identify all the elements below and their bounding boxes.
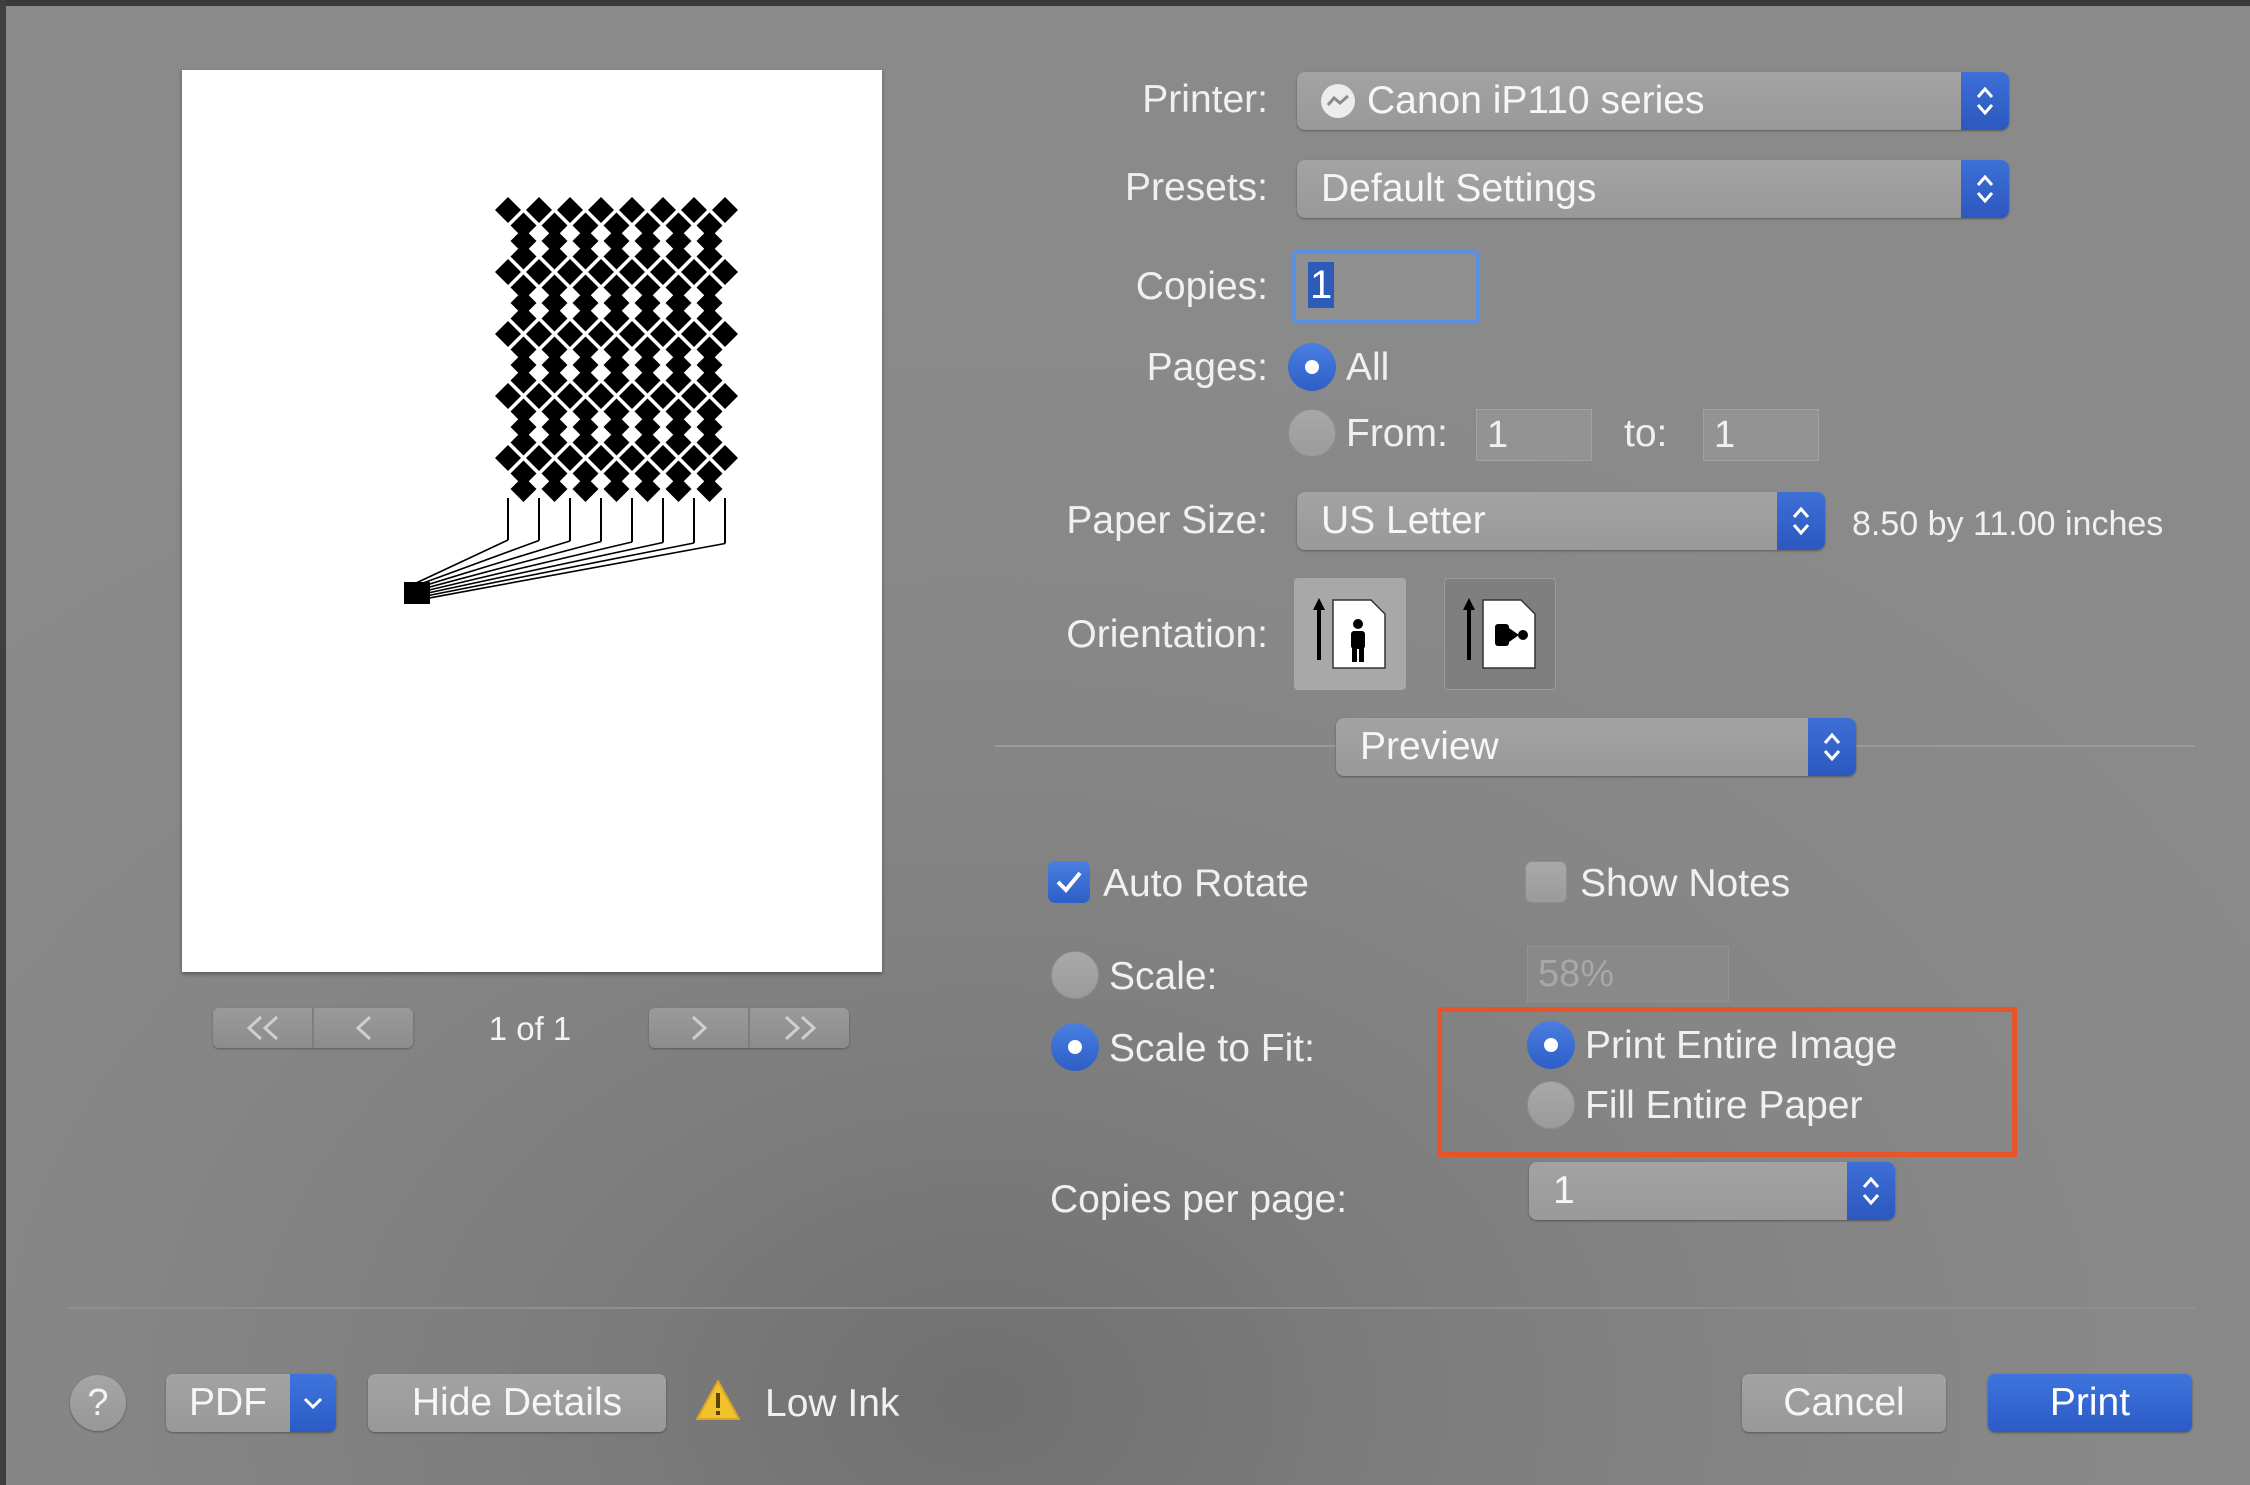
orientation-portrait-button[interactable] [1294,578,1406,690]
copies-label: Copies: [1135,265,1268,308]
preview-diagram [404,197,738,604]
up-down-chevron-icon [1847,1162,1895,1220]
up-down-chevron-icon [1961,160,2009,218]
presets-label: Presets: [1124,166,1268,209]
scale-label: Scale: [1109,955,1218,998]
first-page-button[interactable] [213,1008,312,1048]
printer-popup[interactable]: Canon iP110 series [1297,72,2009,130]
preview-fan-line [413,542,726,602]
auto-rotate-checkbox[interactable] [1048,861,1090,903]
scale-input[interactable]: 58% [1527,946,1729,1002]
window-left-edge [0,0,6,1485]
preview-fan-line [413,539,509,585]
copies-per-page-popup[interactable]: 1 [1529,1162,1895,1220]
pages-from-input[interactable]: 1 [1476,409,1592,461]
copies-per-page-value: 1 [1553,1169,1575,1212]
last-page-button[interactable] [748,1008,849,1048]
presets-popup[interactable]: Default Settings [1297,160,2009,218]
cancel-button[interactable]: Cancel [1742,1374,1946,1432]
double-chevron-left-icon [246,1015,278,1041]
page-indicator: 1 of 1 [488,1010,572,1047]
print-entire-image-radio[interactable] [1527,1021,1575,1069]
auto-rotate-label: Auto Rotate [1103,862,1309,905]
copies-value: 1 [1308,262,1335,308]
chevron-right-icon [691,1015,707,1041]
next-page-button[interactable] [649,1008,748,1048]
section-popup-value: Preview [1360,725,1499,768]
pages-from-label: From: [1346,412,1448,455]
up-down-chevron-icon [1777,492,1825,550]
pages-all-label: All [1346,346,1390,389]
fill-entire-paper-label: Fill Entire Paper [1585,1084,1863,1127]
low-ink-status: Low Ink [765,1382,900,1425]
orientation-landscape-button[interactable] [1444,578,1556,690]
pdf-label: PDF [189,1381,267,1424]
checkmark-icon [1056,871,1082,893]
paper-size-value: US Letter [1321,499,1486,542]
footer-separator [66,1307,2196,1309]
printer-label: Printer: [1142,78,1268,121]
pages-all-radio[interactable] [1288,343,1336,391]
pages-from-radio[interactable] [1288,409,1336,457]
orientation-label: Orientation: [1066,613,1268,656]
pdf-menu-button[interactable]: PDF [166,1374,336,1432]
pages-to-input[interactable]: 1 [1703,409,1819,461]
scale-to-fit-label: Scale to Fit: [1109,1027,1315,1070]
preview-bundle [404,582,430,604]
paper-dimensions: 8.50 by 11.00 inches [1852,505,2164,543]
print-entire-image-label: Print Entire Image [1585,1024,1898,1067]
show-notes-label: Show Notes [1580,862,1791,905]
printer-value: Canon iP110 series [1367,79,1705,122]
double-chevron-right-icon [784,1015,816,1041]
preview-fan-line [413,541,633,595]
scale-radio[interactable] [1051,951,1099,999]
help-button[interactable]: ? [70,1375,126,1431]
portrait-orientation-icon [1313,598,1386,669]
section-popup[interactable]: Preview [1336,718,1856,776]
landscape-orientation-icon [1463,598,1536,669]
show-notes-checkbox[interactable] [1525,861,1567,903]
hide-details-button[interactable]: Hide Details [368,1374,666,1432]
fill-entire-paper-radio[interactable] [1527,1081,1575,1129]
preview-nav-forward-group [649,1008,849,1048]
pages-label: Pages: [1146,346,1268,389]
copies-per-page-label: Copies per page: [1050,1178,1348,1221]
window-top-edge [0,0,2250,6]
warning-icon [696,1380,740,1420]
copies-input[interactable]: 1 [1292,250,1480,324]
scale-to-fit-radio[interactable] [1051,1023,1099,1071]
previous-page-button[interactable] [312,1008,413,1048]
chevron-down-icon [290,1374,336,1432]
up-down-chevron-icon [1961,72,2009,130]
up-down-chevron-icon [1808,718,1856,776]
page-preview [182,70,882,972]
pages-to-label: to: [1624,412,1668,455]
print-button[interactable]: Print [1988,1374,2192,1432]
printer-status-icon [1321,84,1355,118]
chevron-left-icon [355,1015,371,1041]
preview-nav-back-group [213,1008,413,1048]
paper-size-popup[interactable]: US Letter [1297,492,1825,550]
presets-value: Default Settings [1321,167,1597,210]
paper-size-label: Paper Size: [1066,499,1268,542]
